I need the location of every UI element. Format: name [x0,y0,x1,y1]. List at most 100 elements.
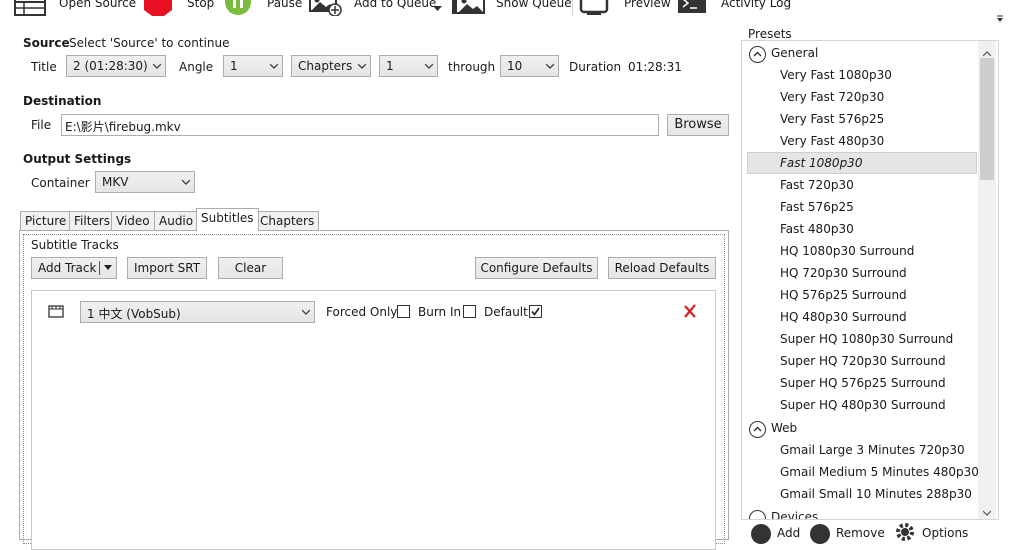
preset-item[interactable]: Super HQ 1080p30 Surround [780,332,953,346]
collapse-devices-icon[interactable] [749,510,766,519]
preset-item[interactable]: Very Fast 720p30 [780,90,884,104]
source-label: Source [23,36,70,50]
preset-group-devices[interactable]: Devices [771,510,818,519]
collapse-general-icon[interactable] [749,46,766,63]
show-queue-button[interactable]: Show Queue [496,0,572,10]
remove-preset-icon[interactable] [810,524,830,544]
add-track-label: Add Track [38,261,97,275]
collapse-web-icon[interactable] [749,421,766,438]
chevron-down-icon [546,63,554,69]
add-preset-button[interactable]: Add [777,526,800,540]
pause-button[interactable]: Pause [267,0,302,10]
preset-item[interactable]: Fast 576p25 [780,200,854,214]
angle-label: Angle [179,60,214,74]
container-select[interactable]: MKV [95,171,195,193]
forced-only-checkbox[interactable] [397,305,410,318]
remove-track-icon[interactable] [682,303,698,322]
toolbar-separator [572,0,573,16]
presets-scrollbar-thumb[interactable] [980,58,994,180]
destination-label: Destination [23,94,102,108]
chevron-down-icon [182,179,190,185]
pause-icon[interactable] [224,0,252,19]
default-checkbox[interactable] [529,305,542,318]
preset-group-general[interactable]: General [771,46,818,60]
add-preset-icon[interactable] [751,524,771,544]
chevron-down-icon [358,63,366,69]
add-track-divider [99,261,100,275]
subtitle-track-list [31,290,716,550]
checkmark-icon [531,307,540,316]
activity-log-button[interactable]: Activity Log [721,0,791,10]
toolbar-overflow-icon[interactable] [996,12,1004,26]
range-type-value: Chapters [298,59,353,73]
add-track-button[interactable]: Add Track [31,257,117,279]
preset-item[interactable]: Gmail Medium 5 Minutes 480p30 [780,465,979,479]
tab-chapters[interactable]: Chapters [255,211,320,230]
duration-value: 01:28:31 [628,60,682,74]
subtitle-tracks-label: Subtitle Tracks [31,238,119,252]
range-start-select[interactable]: 1 [379,55,438,77]
open-source-icon[interactable] [14,0,46,19]
title-select[interactable]: 2 (01:28:30) [66,55,166,77]
preview-button[interactable]: Preview [624,0,671,10]
title-label: Title [31,60,57,74]
range-end-select[interactable]: 10 [500,55,559,77]
clear-button[interactable]: Clear [218,257,283,279]
chevron-down-icon [302,309,310,315]
tab-video[interactable]: Video [111,211,155,230]
scroll-down-icon[interactable] [982,505,992,519]
preset-item[interactable]: HQ 576p25 Surround [780,288,907,302]
preset-item[interactable]: HQ 720p30 Surround [780,266,907,280]
add-to-queue-button[interactable]: Add to Queue [354,0,436,10]
preset-item[interactable]: Fast 480p30 [780,222,854,236]
tab-picture[interactable]: Picture [20,211,72,230]
tab-subtitles[interactable]: Subtitles [196,208,259,231]
range-start-value: 1 [386,59,394,73]
browse-button[interactable]: Browse [667,114,729,136]
forced-only-label: Forced Only [326,305,398,319]
preset-item[interactable]: Super HQ 480p30 Surround [780,398,946,412]
show-queue-icon[interactable] [451,0,485,19]
preset-item[interactable]: HQ 480p30 Surround [780,310,907,324]
preset-group-devices-row: Devices [742,506,978,519]
scroll-up-icon[interactable] [982,46,992,60]
stop-icon[interactable] [144,0,172,19]
configure-defaults-button[interactable]: Configure Defaults [475,257,598,279]
preset-item[interactable]: Fast 720p30 [780,178,854,192]
preset-group-web[interactable]: Web [771,421,797,435]
chevron-down-icon[interactable] [104,265,112,271]
add-to-queue-icon[interactable] [309,0,343,19]
preview-icon[interactable] [579,0,611,19]
subtitle-track-value: 1 中文 (VobSub) [87,307,181,321]
range-type-select[interactable]: Chapters [291,55,371,77]
tab-filters[interactable]: Filters [69,211,115,230]
preset-item[interactable]: Gmail Small 10 Minutes 288p30 [780,487,972,501]
angle-select[interactable]: 1 [223,55,283,77]
file-path-input[interactable]: E:\影片\firebug.mkv [61,114,659,136]
reload-defaults-button[interactable]: Reload Defaults [608,257,716,279]
add-to-queue-dropdown-icon[interactable] [433,1,442,15]
preset-item[interactable]: Super HQ 576p25 Surround [780,376,946,390]
remove-preset-button[interactable]: Remove [836,526,885,540]
import-srt-button[interactable]: Import SRT [127,257,207,279]
preset-options-button[interactable]: Options [922,526,968,540]
chevron-down-icon [425,63,433,69]
activity-log-icon[interactable] [677,0,707,19]
stop-button[interactable]: Stop [187,0,214,10]
tab-audio[interactable]: Audio [154,211,199,230]
burn-in-checkbox[interactable] [463,305,476,318]
preset-item[interactable]: Gmail Large 3 Minutes 720p30 [780,443,965,457]
preset-item-selected[interactable]: Fast 1080p30 [780,156,862,170]
through-label: through [448,60,496,74]
gear-icon[interactable] [894,521,916,546]
preset-item[interactable]: Super HQ 720p30 Surround [780,354,946,368]
container-label: Container [31,176,90,190]
subtitle-track-select[interactable]: 1 中文 (VobSub) [80,301,315,323]
preset-item[interactable]: Very Fast 1080p30 [780,68,892,82]
source-hint: Select 'Source' to continue [69,36,230,50]
title-select-value: 2 (01:28:30) [73,59,148,73]
preset-item[interactable]: Very Fast 576p25 [780,112,884,126]
preset-item[interactable]: HQ 1080p30 Surround [780,244,914,258]
preset-item[interactable]: Very Fast 480p30 [780,134,884,148]
open-source-button[interactable]: Open Source [59,0,136,10]
